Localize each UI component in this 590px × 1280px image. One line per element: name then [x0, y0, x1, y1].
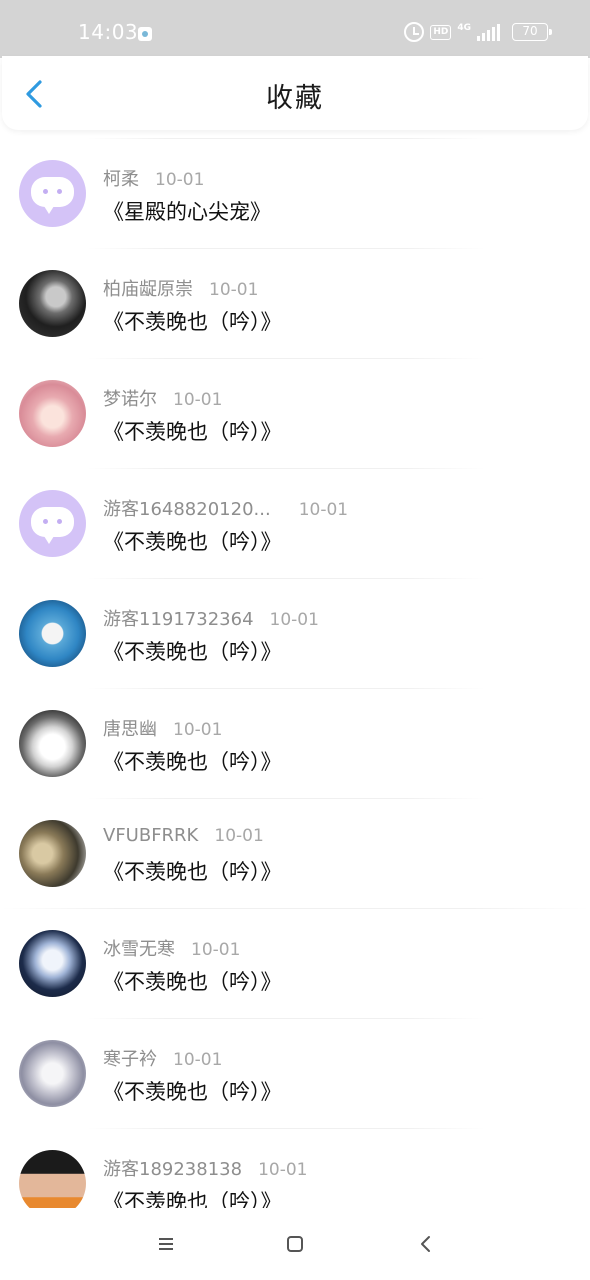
avatar[interactable]: [19, 160, 86, 227]
user-name[interactable]: 游客189238138: [103, 1155, 242, 1181]
date: 10-01: [173, 1050, 223, 1070]
date: 10-01: [173, 390, 223, 410]
date: 10-01: [214, 826, 264, 846]
book-title[interactable]: 《不羡晚也（吟）》: [103, 306, 282, 336]
home-square-icon: [287, 1236, 303, 1252]
signal-icon: [477, 23, 500, 41]
user-name[interactable]: 梦诺尔: [103, 385, 157, 411]
date: 10-01: [258, 1160, 308, 1180]
book-title[interactable]: 《不羡晚也（吟）》: [103, 966, 282, 996]
book-title[interactable]: 《不羡晚也（吟）》: [103, 1076, 282, 1106]
list-item[interactable]: 游客1191732364 10-01 《不羡晚也（吟）》: [0, 570, 590, 680]
status-indicators: HD 4G 70: [404, 22, 552, 42]
avatar[interactable]: [19, 1040, 86, 1107]
book-title[interactable]: 《不羡晚也（吟）》: [103, 856, 282, 886]
book-title[interactable]: 《不羡晚也（吟）》: [103, 416, 282, 446]
chat-bubble-icon: [31, 177, 74, 214]
avatar[interactable]: [19, 600, 86, 667]
date: 10-01: [298, 500, 349, 520]
home-button[interactable]: [281, 1230, 309, 1258]
avatar[interactable]: [19, 270, 86, 337]
notification-icon: [138, 27, 152, 41]
list-item[interactable]: 柯柔 10-01 《星殿的心尖宠》: [0, 130, 590, 240]
avatar[interactable]: [19, 930, 86, 997]
favorites-list: 柯柔 10-01 《星殿的心尖宠》 柏庙龊原崇 10-01 《不羡晚也（吟）》 …: [0, 130, 590, 1230]
avatar[interactable]: [19, 380, 86, 447]
book-title[interactable]: 《不羡晚也（吟）》: [103, 526, 282, 556]
divider: [86, 688, 486, 689]
date: 10-01: [209, 280, 259, 300]
divider: [86, 138, 486, 139]
book-title[interactable]: 《星殿的心尖宠》: [103, 196, 271, 226]
divider: [0, 908, 590, 909]
list-item[interactable]: 游客1648820120... 10-01 《不羡晚也（吟）》: [0, 460, 590, 570]
list-item[interactable]: 唐思幽 10-01 《不羡晚也（吟）》: [0, 680, 590, 790]
list-item[interactable]: 梦诺尔 10-01 《不羡晚也（吟）》: [0, 350, 590, 460]
date: 10-01: [191, 940, 241, 960]
book-title[interactable]: 《不羡晚也（吟）》: [103, 746, 282, 776]
user-name[interactable]: 柏庙龊原崇: [103, 275, 193, 301]
user-name[interactable]: VFUBFRRK: [103, 825, 198, 846]
user-name[interactable]: 游客1191732364: [103, 605, 254, 631]
divider: [86, 798, 486, 799]
status-bar: 14:03 HD 4G 70: [0, 0, 590, 58]
date: 10-01: [155, 170, 205, 190]
divider: [86, 248, 486, 249]
date: 10-01: [269, 610, 319, 630]
user-name[interactable]: 寒子衿: [103, 1045, 157, 1071]
divider: [86, 578, 486, 579]
chat-bubble-icon: [31, 507, 74, 544]
avatar[interactable]: [19, 490, 86, 557]
divider: [86, 468, 486, 469]
avatar[interactable]: [19, 1150, 86, 1217]
list-item[interactable]: 冰雪无寒 10-01 《不羡晚也（吟）》: [0, 900, 590, 1010]
list-item[interactable]: VFUBFRRK 10-01 《不羡晚也（吟）》: [0, 790, 590, 900]
list-item[interactable]: 柏庙龊原崇 10-01 《不羡晚也（吟）》: [0, 240, 590, 350]
avatar[interactable]: [19, 820, 86, 887]
divider: [86, 1018, 486, 1019]
status-time: 14:03: [78, 20, 139, 44]
back-triangle-icon: [421, 1236, 430, 1252]
divider: [86, 358, 486, 359]
network-type: 4G: [457, 22, 471, 33]
menu-icon: [159, 1238, 173, 1250]
user-name[interactable]: 柯柔: [103, 165, 139, 191]
app-header: 收藏: [2, 56, 588, 130]
divider: [86, 1128, 486, 1129]
battery-icon: 70: [512, 23, 552, 41]
system-nav-bar: [0, 1208, 590, 1280]
alarm-icon: [404, 22, 425, 42]
date: 10-01: [173, 720, 223, 740]
book-title[interactable]: 《不羡晚也（吟）》: [103, 636, 282, 666]
avatar[interactable]: [19, 710, 86, 777]
list-item[interactable]: 寒子衿 10-01 《不羡晚也（吟）》: [0, 1010, 590, 1120]
menu-button[interactable]: [152, 1230, 180, 1258]
user-name[interactable]: 游客1648820120...: [103, 495, 271, 521]
hd-badge: HD: [430, 24, 452, 40]
page-title: 收藏: [266, 83, 324, 114]
user-name[interactable]: 唐思幽: [103, 715, 157, 741]
user-name[interactable]: 冰雪无寒: [103, 935, 175, 961]
nav-back-button[interactable]: [412, 1230, 440, 1258]
